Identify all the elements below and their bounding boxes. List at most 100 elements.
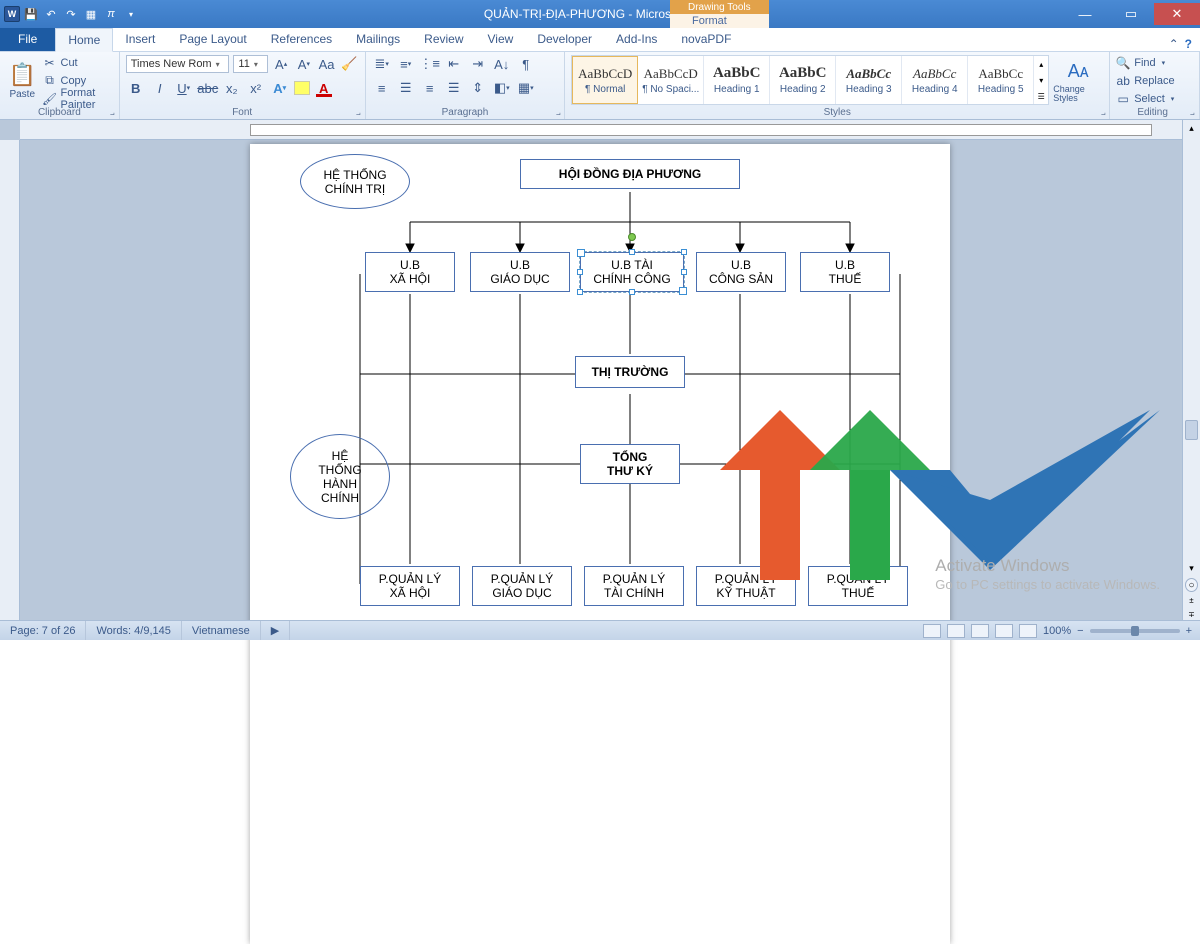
rotate-handle[interactable] <box>628 233 636 241</box>
shading-button[interactable]: ◧▾ <box>492 78 512 98</box>
status-macro-icon[interactable]: ▶ <box>261 621 290 640</box>
minimize-button[interactable]: — <box>1062 3 1108 25</box>
shrink-font-button[interactable]: A▾ <box>295 54 314 74</box>
superscript-button[interactable]: x² <box>246 78 266 98</box>
box-ub-giaoduc[interactable]: U.B GIÁO DỤC <box>470 252 570 292</box>
box-pql-taichinh[interactable]: P.QUẢN LÝ TÀI CHÍNH <box>584 566 684 606</box>
view-draft[interactable] <box>1019 624 1037 638</box>
style-scroll-down[interactable]: ▾ <box>1034 72 1048 88</box>
font-family-combo[interactable]: Times New Rom▾ <box>126 55 230 73</box>
font-size-combo[interactable]: 11▾ <box>233 55 267 73</box>
paste-button[interactable]: 📋 Paste <box>6 55 39 107</box>
box-pql-kythuat[interactable]: P.QUẢN LÝ KỸ THUẬT <box>696 566 796 606</box>
box-ub-thue[interactable]: U.B THUẾ <box>800 252 890 292</box>
tab-novapdf[interactable]: novaPDF <box>669 27 743 51</box>
qat-save-icon[interactable]: 💾 <box>22 5 40 23</box>
box-ub-xahoi[interactable]: U.B XÃ HỘI <box>365 252 455 292</box>
font-color-button[interactable]: A <box>314 78 334 98</box>
vertical-scrollbar[interactable]: ▴ ▾ ○ ± ∓ <box>1182 120 1200 620</box>
change-styles-button[interactable]: Aᴀ Change Styles <box>1053 54 1103 106</box>
qat-undo-icon[interactable]: ↶ <box>42 5 60 23</box>
subscript-button[interactable]: x₂ <box>222 78 242 98</box>
page-canvas[interactable]: HỆ THỐNGCHÍNH TRỊ HỘI ĐỒNG ĐỊA PHƯƠNG U.… <box>250 144 950 944</box>
zoom-in-button[interactable]: + <box>1186 625 1192 637</box>
ribbon-minimize-icon[interactable]: ⌃ <box>1169 37 1179 51</box>
box-pql-giaoduc[interactable]: P.QUẢN LÝ GIÁO DỤC <box>472 566 572 606</box>
decrease-indent-button[interactable]: ⇤ <box>444 54 464 74</box>
style-heading3[interactable]: AaBbCcHeading 3 <box>836 56 902 104</box>
contextual-tab-format[interactable]: Format <box>670 14 769 28</box>
qat-dropdown-icon[interactable]: ▾ <box>122 5 140 23</box>
zoom-level[interactable]: 100% <box>1043 625 1071 637</box>
scroll-down-icon[interactable]: ▾ <box>1183 560 1200 576</box>
maximize-button[interactable]: ▭ <box>1108 3 1154 25</box>
tab-view[interactable]: View <box>476 27 526 51</box>
tab-review[interactable]: Review <box>412 27 475 51</box>
box-tongthuky[interactable]: TỔNG THƯ KÝ <box>580 444 680 484</box>
help-icon[interactable]: ? <box>1185 37 1192 51</box>
numbering-button[interactable]: ≡▾ <box>396 54 416 74</box>
bold-button[interactable]: B <box>126 78 146 98</box>
justify-button[interactable]: ☰ <box>444 78 464 98</box>
format-painter-button[interactable]: 🖌Format Painter <box>43 90 113 107</box>
tab-references[interactable]: References <box>259 27 344 51</box>
zoom-slider[interactable] <box>1090 629 1180 633</box>
tab-add-ins[interactable]: Add-Ins <box>604 27 669 51</box>
underline-button[interactable]: U▾ <box>174 78 194 98</box>
tab-developer[interactable]: Developer <box>525 27 604 51</box>
horizontal-ruler[interactable] <box>20 120 1182 140</box>
browse-object-icon[interactable]: ○ <box>1185 578 1198 592</box>
box-pql-thue[interactable]: P.QUẢN LÝ THUẾ <box>808 566 908 606</box>
cut-button[interactable]: ✂Cut <box>43 54 113 71</box>
qat-table-icon[interactable]: ▦ <box>82 5 100 23</box>
style-heading4[interactable]: AaBbCcHeading 4 <box>902 56 968 104</box>
bullets-button[interactable]: ≣▾ <box>372 54 392 74</box>
box-thitruong[interactable]: THỊ TRƯỜNG <box>575 356 685 388</box>
style-heading5[interactable]: AaBbCcHeading 5 <box>968 56 1034 104</box>
borders-button[interactable]: ▦▾ <box>516 78 536 98</box>
find-button[interactable]: 🔍Find▾ <box>1116 54 1193 71</box>
highlight-button[interactable] <box>294 81 310 95</box>
style-no-spacing[interactable]: AaBbCcD¶ No Spaci... <box>638 56 704 104</box>
select-button[interactable]: ▭Select▾ <box>1116 90 1193 107</box>
vertical-ruler[interactable] <box>0 140 20 620</box>
style-heading2[interactable]: AaBbCHeading 2 <box>770 56 836 104</box>
align-center-button[interactable]: ☰ <box>396 78 416 98</box>
tab-page-layout[interactable]: Page Layout <box>167 27 258 51</box>
align-right-button[interactable]: ≡ <box>420 78 440 98</box>
oval-admin-system[interactable]: HỆ THỐNG HÀNH CHÍNH <box>290 434 390 519</box>
box-ub-taichinh-selected[interactable]: U.B TÀI CHÍNH CÔNG <box>580 252 684 292</box>
box-local-council[interactable]: HỘI ĐỒNG ĐỊA PHƯƠNG <box>520 159 740 189</box>
next-page-icon[interactable]: ∓ <box>1183 608 1200 620</box>
multilevel-button[interactable]: ⋮≡ <box>420 54 440 74</box>
clear-formatting-button[interactable]: 🧹 <box>340 54 359 74</box>
text-effects-button[interactable]: A▾ <box>270 78 290 98</box>
increase-indent-button[interactable]: ⇥ <box>468 54 488 74</box>
view-print-layout[interactable] <box>923 624 941 638</box>
replace-button[interactable]: abReplace <box>1116 72 1193 89</box>
strikethrough-button[interactable]: abc <box>198 78 218 98</box>
prev-page-icon[interactable]: ± <box>1183 594 1200 606</box>
grow-font-button[interactable]: A▴ <box>272 54 291 74</box>
style-expand[interactable]: ☰ <box>1034 88 1048 104</box>
line-spacing-button[interactable]: ⇕ <box>468 78 488 98</box>
style-normal[interactable]: AaBbCcD¶ Normal <box>572 56 638 104</box>
zoom-out-button[interactable]: − <box>1077 625 1083 637</box>
close-button[interactable]: ✕ <box>1154 3 1200 25</box>
view-full-screen[interactable] <box>947 624 965 638</box>
box-ub-congsan[interactable]: U.B CÔNG SẢN <box>696 252 786 292</box>
style-scroll-up[interactable]: ▴ <box>1034 56 1048 72</box>
align-left-button[interactable]: ≡ <box>372 78 392 98</box>
status-page[interactable]: Page: 7 of 26 <box>0 621 86 640</box>
tab-home[interactable]: Home <box>55 28 113 52</box>
style-gallery[interactable]: AaBbCcD¶ Normal AaBbCcD¶ No Spaci... AaB… <box>571 55 1049 105</box>
scroll-up-icon[interactable]: ▴ <box>1183 120 1200 136</box>
view-outline[interactable] <box>995 624 1013 638</box>
qat-pi-icon[interactable]: π <box>102 5 120 23</box>
tab-insert[interactable]: Insert <box>113 27 167 51</box>
qat-redo-icon[interactable]: ↷ <box>62 5 80 23</box>
oval-political-system[interactable]: HỆ THỐNGCHÍNH TRỊ <box>300 154 410 209</box>
change-case-button[interactable]: Aa <box>317 54 336 74</box>
style-heading1[interactable]: AaBbCHeading 1 <box>704 56 770 104</box>
italic-button[interactable]: I <box>150 78 170 98</box>
